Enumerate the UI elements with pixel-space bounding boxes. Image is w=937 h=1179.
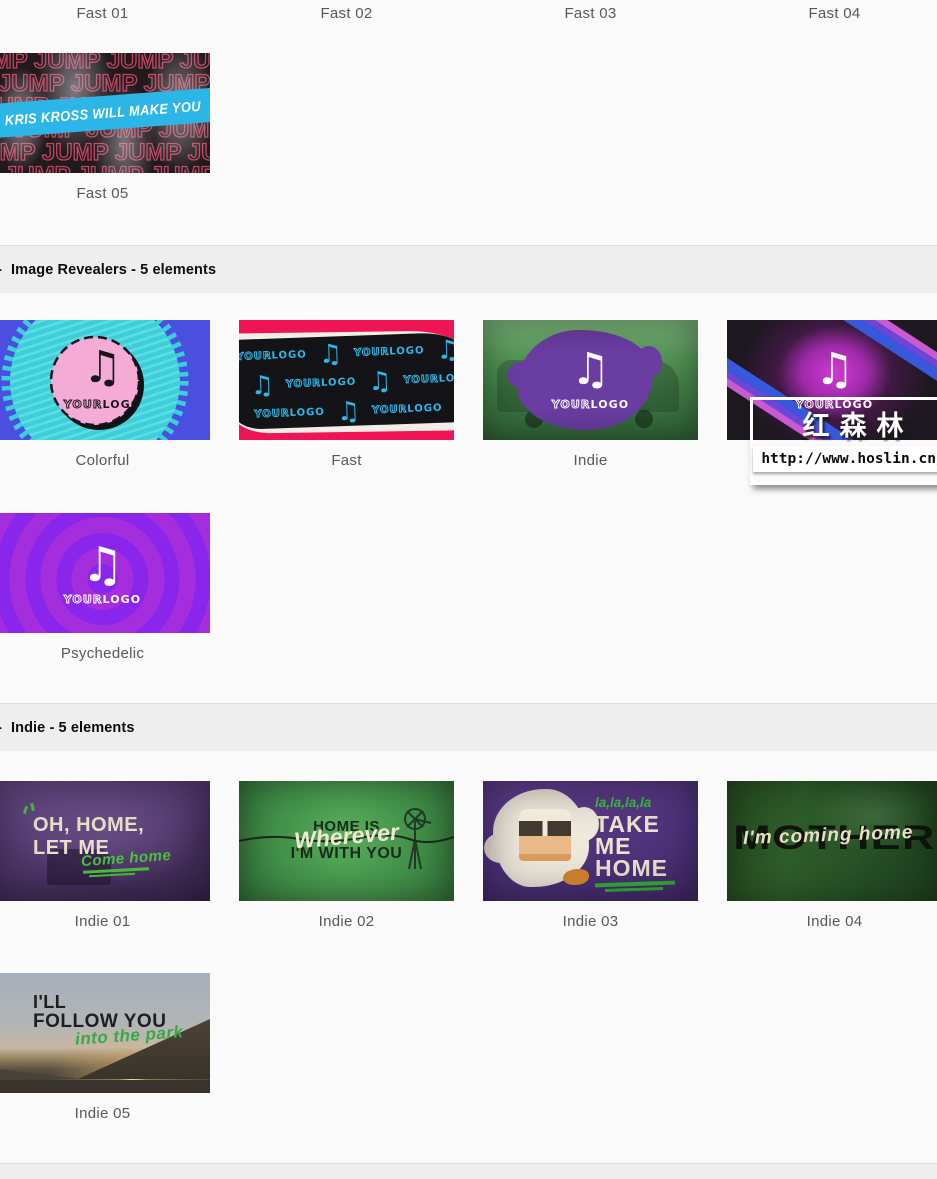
template-card-indie-02[interactable]: HOME IS Wherever I'M WITH YOU Indie 02 <box>239 781 454 931</box>
template-card-indie-revealer[interactable]: ♫ YOUR LOGO Indie <box>483 320 698 470</box>
music-note-icon: ♫ <box>318 338 343 370</box>
template-gallery-page: Fast 01 Fast 02 Fast 03 Fast 04 JUMP JUM… <box>0 0 937 1179</box>
music-note-icon: ♫ <box>80 537 125 593</box>
thumbnail-fast-revealer: ♫ YOURLOGO ♫ YOURLOGO ♫ YOURLOGO YOURLOG… <box>239 320 454 440</box>
watermark-overlay: 红森林 http://www.hoslin.cn/ <box>750 397 937 485</box>
thumbnail-indie-02: HOME IS Wherever I'M WITH YOU <box>239 781 454 901</box>
card-label: Fast <box>331 452 362 469</box>
card-label: Indie 05 <box>74 1105 131 1122</box>
template-card-fast-01[interactable]: Fast 01 <box>0 0 210 23</box>
card-label: Indie 04 <box>806 913 863 930</box>
template-card-colorful[interactable]: ♫ YOUR LOGO Colorful <box>0 320 210 470</box>
watermark-name: 红森林 <box>802 410 914 442</box>
your-logo-text: YOUR LOGO <box>285 376 357 391</box>
card-label: Fast 03 <box>564 5 617 22</box>
template-card-fast-02[interactable]: Fast 02 <box>239 0 454 23</box>
your-logo-text: YOUR LOGO <box>63 398 142 412</box>
section-header-image-revealers[interactable]: - Image Revealers - 5 elements <box>0 245 937 293</box>
watermark-url: http://www.hoslin.cn/ <box>753 446 937 472</box>
thumbnail-indie-05: I'LL FOLLOW YOU into the park <box>0 973 210 1093</box>
thumbnail-indie-01: OH, HOME, LET ME Come home <box>0 781 210 901</box>
your-logo-text: YOUR LOGO <box>239 349 307 363</box>
card-label: Colorful <box>75 452 130 469</box>
section-header-indie[interactable]: - Indie - 5 elements <box>0 703 937 751</box>
thumbnail-colorful: ♫ YOUR LOGO <box>0 320 210 440</box>
thumbnail-indie-04: MOTHER I'm coming home <box>727 781 937 901</box>
torn-strip: ♫ YOURLOGO ♫ YOURLOGO ♫ YOURLOGO YOURLOG… <box>239 329 454 436</box>
thumbnail-psychedelic: ♫ YOUR LOGO <box>0 513 210 633</box>
thumbnail-indie-03: la,la,la,la TAKE ME HOME <box>483 781 698 901</box>
section-title: Image Revealers - 5 elements <box>11 261 217 278</box>
collapse-icon[interactable]: - <box>0 719 2 736</box>
card-label: Psychedelic <box>60 645 145 662</box>
card-label: Fast 01 <box>76 5 129 22</box>
template-card-fast-03[interactable]: Fast 03 <box>483 0 698 23</box>
thumbnail-fast-05: JUMP JUMP JUMP JUMP JUMP JUMP JUMP JUMP … <box>0 53 210 173</box>
template-card-psychedelic[interactable]: ♫ YOUR LOGO Psychedelic <box>0 513 210 663</box>
music-note-icon: ♫ <box>814 344 855 395</box>
music-note-icon: ♫ <box>336 396 361 427</box>
template-card-indie-04[interactable]: MOTHER I'm coming home Indie 04 <box>727 781 937 931</box>
section-title: Indie - 5 elements <box>11 719 135 736</box>
your-logo-text: YOUR LOGO <box>403 372 454 387</box>
template-card-indie-01[interactable]: OH, HOME, LET ME Come home Indie 01 <box>0 781 210 931</box>
section-header-next-partial[interactable] <box>0 1163 937 1179</box>
card-label: Fast 05 <box>76 185 129 202</box>
music-note-icon: ♫ <box>250 370 275 401</box>
template-card-fast-04[interactable]: Fast 04 <box>727 0 937 23</box>
your-logo-text: YOUR LOGO <box>371 402 443 417</box>
card-label: Fast 02 <box>320 5 373 22</box>
thumbnail-indie-revealer: ♫ YOUR LOGO <box>483 320 698 440</box>
card-label: Indie 01 <box>74 913 131 930</box>
card-label: Indie <box>573 452 608 469</box>
card-label: Fast 04 <box>808 5 861 22</box>
your-logo-text: YOUR LOGO <box>254 406 326 421</box>
lyric-text: I'LL <box>33 992 67 1012</box>
your-logo-text: YOUR LOGO <box>63 593 142 607</box>
template-card-fast-revealer[interactable]: ♫ YOURLOGO ♫ YOURLOGO ♫ YOURLOGO YOURLOG… <box>239 320 454 470</box>
music-note-icon: ♫ <box>435 334 454 366</box>
vw-bus-graphic <box>519 809 571 861</box>
banner-text: KRIS KROSS WILL MAKE YOU <box>3 97 202 129</box>
template-card-fast-05[interactable]: JUMP JUMP JUMP JUMP JUMP JUMP JUMP JUMP … <box>0 53 210 203</box>
card-label: Indie 02 <box>318 913 375 930</box>
card-label: Indie 03 <box>562 913 619 930</box>
music-note-icon: ♫ <box>82 342 123 393</box>
template-card-indie-03[interactable]: la,la,la,la TAKE ME HOME Indie 03 <box>483 781 698 931</box>
your-logo-text: YOUR LOGO <box>353 345 425 359</box>
collapse-icon[interactable]: - <box>0 261 2 278</box>
music-note-icon: ♫ <box>367 365 393 397</box>
template-card-indie-05[interactable]: I'LL FOLLOW YOU into the park Indie 05 <box>0 973 210 1123</box>
